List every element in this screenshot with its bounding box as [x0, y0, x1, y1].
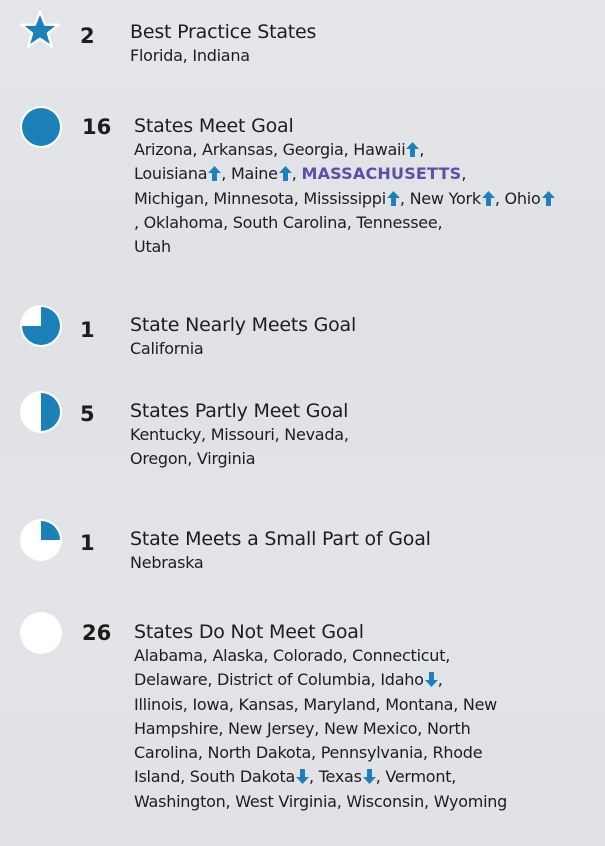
state-name: , Texas — [309, 767, 362, 787]
state-name: , Maine — [221, 164, 278, 184]
full-circle-icon — [20, 106, 62, 148]
state-name: Nebraska — [130, 553, 204, 572]
arrow-down-icon — [362, 769, 376, 785]
arrow-up-icon — [386, 190, 400, 206]
three-quarter-circle-icon — [20, 305, 62, 347]
states-list: Kentucky, Missouri, Nevada, Oregon, Virgi… — [130, 423, 600, 472]
state-name: , Vermont, — [375, 767, 457, 787]
group-heading: Best Practice States — [130, 21, 317, 43]
group-heading: State Nearly Meets Goal — [130, 314, 357, 336]
state-name: Illinois, Iowa, Kansas, Maryland, Montan… — [134, 694, 498, 714]
states-list: Arizona, Arkansas, Georgia, Hawaii, Louis… — [134, 138, 604, 259]
states-list: Nebraska — [130, 551, 600, 575]
arrow-up-icon — [278, 166, 292, 182]
state-name: Alabama, Alaska, Colorado, Connecticut, — [134, 646, 451, 665]
state-name: , — [437, 670, 443, 690]
arrow-down-icon — [296, 769, 309, 785]
star-icon — [20, 10, 60, 48]
group-heading: States Meet Goal — [134, 115, 294, 137]
states-list: California — [130, 337, 600, 361]
arrow-up-icon — [406, 142, 420, 157]
count: 1 — [80, 531, 95, 555]
state-name: Island, South Dakota — [134, 767, 296, 787]
state-name: , Oklahoma, South Carolina, Tennessee, — [134, 212, 443, 232]
state-name: Hampshire, New Jersey, New Mexico, North — [134, 718, 471, 738]
count: 5 — [80, 402, 95, 426]
state-name: California — [130, 339, 204, 358]
group-heading: States Do Not Meet Goal — [134, 621, 364, 643]
half-circle-icon — [20, 391, 62, 433]
count: 2 — [80, 24, 95, 48]
group-heading: State Meets a Small Part of Goal — [130, 528, 431, 550]
states-list: Florida, Indiana — [130, 44, 600, 68]
count: 26 — [82, 621, 112, 645]
state-name: , New York — [399, 188, 481, 208]
state-name: , — [291, 164, 297, 184]
count: 1 — [80, 318, 95, 342]
state-name: Kentucky, Missouri, Nevada, — [130, 425, 349, 444]
state-name: Michigan, Minnesota, Mississippi — [134, 188, 386, 208]
state-name: Florida, Indiana — [130, 46, 250, 65]
group-heading: States Partly Meet Goal — [130, 400, 349, 422]
state-name: Washington, West Virginia, Wisconsin, Wy… — [134, 791, 508, 811]
states-list: Alabama, Alaska, Colorado, Connecticut, D… — [134, 644, 604, 814]
quarter-circle-icon — [20, 519, 62, 561]
state-name: , — [494, 188, 500, 208]
state-name: Utah — [134, 237, 171, 257]
state-name: Carolina, North Dakota, Pennsylvania, Rh… — [134, 743, 483, 763]
state-name: Oregon, Virginia — [130, 449, 256, 469]
state-name: Ohio — [504, 188, 541, 208]
state-name: , — [461, 164, 467, 184]
state-name: Arizona, Arkansas, Georgia, Hawaii — [134, 140, 406, 159]
empty-circle-icon — [20, 612, 62, 654]
arrow-up-icon — [481, 190, 495, 206]
state-name: , — [419, 140, 425, 159]
state-name: Delaware, District of Columbia, Idaho — [134, 670, 424, 690]
count: 16 — [82, 115, 112, 139]
arrow-down-icon — [424, 672, 438, 688]
arrow-up-icon — [541, 190, 555, 206]
arrow-up-icon — [208, 166, 222, 182]
state-name: Louisiana — [134, 164, 208, 184]
state-name-highlight: MASSACHUSETTS — [301, 164, 462, 184]
